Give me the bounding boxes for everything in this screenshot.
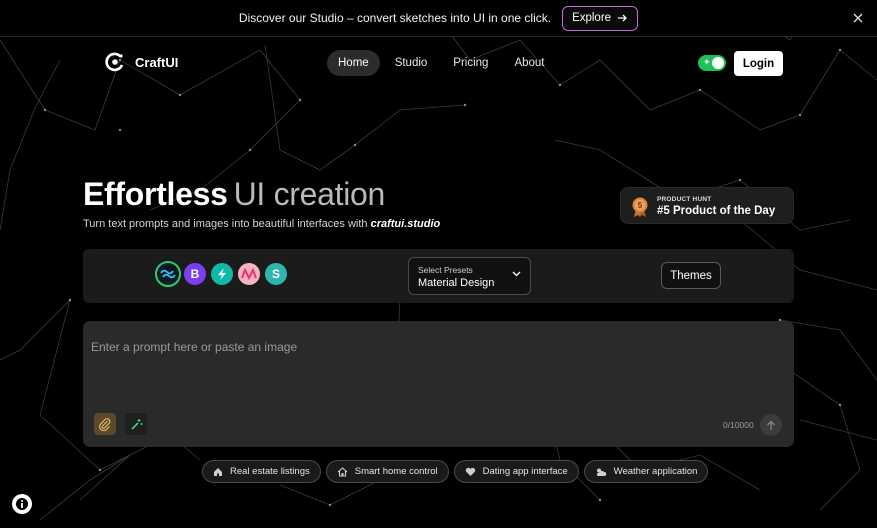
chip-smart-home[interactable]: Smart home control xyxy=(325,460,449,483)
nav-link-studio[interactable]: Studio xyxy=(384,50,439,76)
medal-icon: 5 xyxy=(632,197,648,217)
tailwind-icon[interactable] xyxy=(155,261,181,287)
nav-link-about[interactable]: About xyxy=(503,50,555,76)
announcement-banner: Discover our Studio – convert sketches i… xyxy=(0,0,877,37)
enhance-button[interactable] xyxy=(125,413,147,435)
info-icon xyxy=(16,498,28,510)
logo-text: CraftUI xyxy=(135,54,179,70)
suggestion-chips: Real estate listings Smart home control … xyxy=(202,460,709,483)
chip-label: Real estate listings xyxy=(230,466,310,477)
weather-icon xyxy=(596,468,606,476)
material-ui-icon[interactable] xyxy=(236,261,262,287)
chip-label: Weather application xyxy=(613,466,698,477)
preset-select[interactable]: Select Presets Material Design xyxy=(408,257,531,295)
chip-real-estate[interactable]: Real estate listings xyxy=(202,460,321,483)
mui-wave-icon xyxy=(241,268,257,280)
banner-text: Discover our Studio – convert sketches i… xyxy=(238,11,552,25)
paperclip-icon xyxy=(99,417,111,431)
chakra-bolt-icon xyxy=(218,268,226,280)
library-selector: B S xyxy=(155,261,290,287)
top-nav: CraftUI Home Studio Pricing About ✦ Logi… xyxy=(0,50,877,78)
prompt-box: 0/10000 xyxy=(83,321,794,447)
product-hunt-title: #5 Product of the Day xyxy=(657,205,776,217)
chakra-icon[interactable] xyxy=(209,261,235,287)
send-button[interactable] xyxy=(760,414,782,436)
hero-title: Effortless UI creation xyxy=(83,176,385,213)
hero-subtitle: Turn text prompts and images into beauti… xyxy=(83,218,440,230)
framework-toolbar: B S Select Presets Material Design Theme… xyxy=(83,249,794,303)
hero-title-accent: UI creation xyxy=(233,176,386,212)
explore-label: Explore xyxy=(572,12,612,24)
styled-icon[interactable]: S xyxy=(263,261,289,287)
sparkle-icon: ✦ xyxy=(703,57,711,67)
hero-title-main: Effortless xyxy=(83,176,228,212)
product-hunt-badge[interactable]: 5 PRODUCT HUNT #5 Product of the Day xyxy=(620,187,794,224)
theme-toggle[interactable]: ✦ xyxy=(698,55,726,71)
hero-subtitle-brand: craftui.studio xyxy=(370,218,441,230)
chip-weather[interactable]: Weather application xyxy=(583,460,709,483)
info-button[interactable] xyxy=(12,494,32,514)
themes-button[interactable]: Themes xyxy=(661,262,721,289)
prompt-input[interactable] xyxy=(91,340,691,354)
explore-button[interactable]: Explore xyxy=(562,5,639,31)
logo[interactable]: CraftUI xyxy=(105,52,178,72)
preset-value: Material Design xyxy=(418,277,495,289)
medal-number: 5 xyxy=(638,201,643,210)
bootstrap-icon[interactable]: B xyxy=(182,261,208,287)
tailwind-wave-icon xyxy=(160,269,176,279)
close-icon[interactable] xyxy=(851,11,865,25)
craftui-logo-icon xyxy=(105,52,124,72)
arrow-up-icon xyxy=(767,420,775,430)
nav-link-pricing[interactable]: Pricing xyxy=(442,50,499,76)
home-icon xyxy=(214,467,222,476)
chevron-down-icon xyxy=(512,271,521,277)
hero-subtitle-text: Turn text prompts and images into beauti… xyxy=(83,218,371,230)
login-button[interactable]: Login xyxy=(734,51,783,76)
nav-links: Home Studio Pricing About xyxy=(327,50,556,76)
chip-label: Smart home control xyxy=(354,466,438,477)
house-icon xyxy=(337,466,348,477)
product-hunt-label: PRODUCT HUNT xyxy=(657,196,712,203)
heart-icon xyxy=(465,467,475,476)
chip-label: Dating app interface xyxy=(482,466,568,477)
toggle-knob xyxy=(712,57,724,69)
preset-label: Select Presets xyxy=(418,265,473,275)
arrow-right-icon xyxy=(618,14,627,22)
magic-wand-icon xyxy=(130,418,142,430)
attach-button[interactable] xyxy=(94,413,116,435)
chip-dating-app[interactable]: Dating app interface xyxy=(453,460,579,483)
nav-link-home[interactable]: Home xyxy=(327,50,380,76)
char-counter: 0/10000 xyxy=(723,420,754,430)
